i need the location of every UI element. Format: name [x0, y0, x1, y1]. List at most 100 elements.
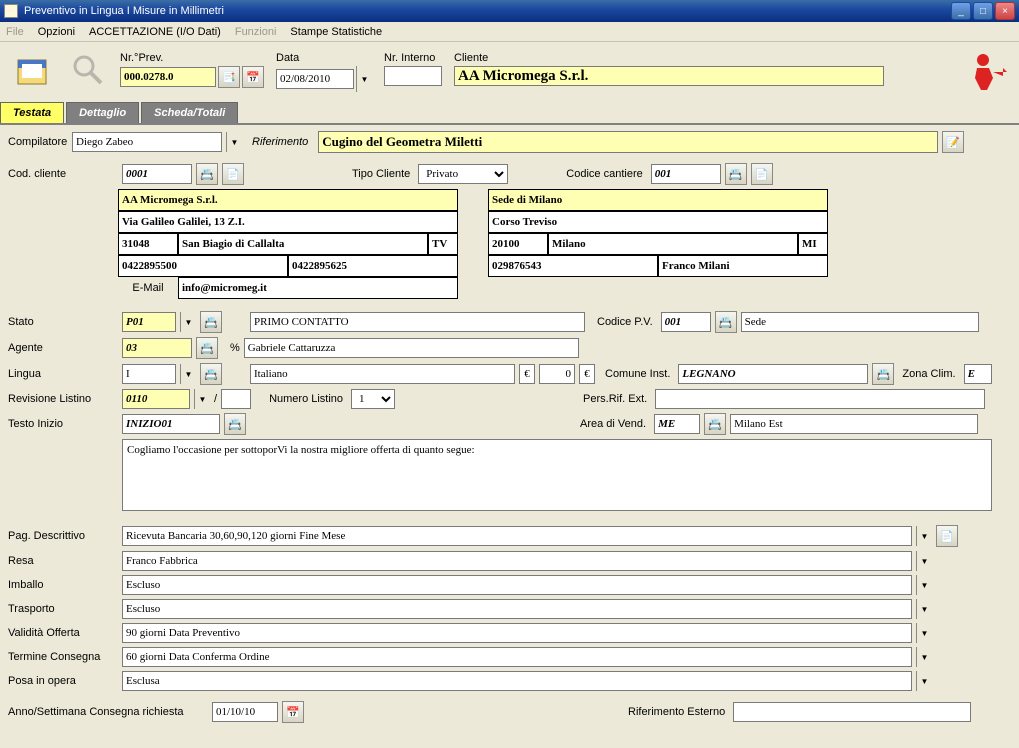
- cod-cliente-input[interactable]: [122, 164, 192, 184]
- pers-rif-ext-label: Pers.Rif. Ext.: [583, 393, 647, 405]
- lingua-dropdown-icon[interactable]: ▼: [180, 364, 196, 384]
- agente-input[interactable]: [122, 338, 192, 358]
- cliente-tel2[interactable]: [288, 255, 458, 277]
- agente-desc[interactable]: [244, 338, 579, 358]
- trasporto-dropdown-icon[interactable]: ▼: [916, 599, 932, 619]
- cliente-tel1[interactable]: [118, 255, 288, 277]
- comune-inst-input[interactable]: [678, 364, 868, 384]
- comune-lookup-icon[interactable]: 📇: [872, 363, 894, 385]
- lingua-input[interactable]: [122, 364, 176, 384]
- validita-dropdown-icon[interactable]: ▼: [916, 623, 932, 643]
- termine-input[interactable]: [122, 647, 912, 667]
- rif-esterno-input[interactable]: [733, 702, 971, 722]
- agente-lookup-icon[interactable]: 📇: [196, 337, 218, 359]
- cantiere-ref[interactable]: [658, 255, 828, 277]
- pag-desc-dropdown-icon[interactable]: ▼: [916, 526, 932, 546]
- riferimento-input[interactable]: [318, 131, 938, 153]
- cantiere-prov[interactable]: [798, 233, 828, 255]
- codice-cantiere-lookup-icon[interactable]: 📇: [725, 163, 747, 185]
- trasporto-input[interactable]: [122, 599, 912, 619]
- cantiere-citta[interactable]: [548, 233, 798, 255]
- imballo-input[interactable]: [122, 575, 912, 595]
- compilatore-dropdown-icon[interactable]: ▼: [226, 132, 242, 152]
- anno-sett-cal-icon[interactable]: 📅: [282, 701, 304, 723]
- tab-scheda[interactable]: Scheda/Totali: [141, 102, 238, 123]
- exit-icon[interactable]: [963, 48, 1011, 92]
- termine-dropdown-icon[interactable]: ▼: [916, 647, 932, 667]
- anno-sett-input[interactable]: [212, 702, 278, 722]
- nr-prev-input[interactable]: [120, 67, 216, 87]
- pag-desc-input[interactable]: [122, 526, 912, 546]
- lingua-desc[interactable]: [250, 364, 515, 384]
- nr-prev-lookup-icon[interactable]: 📑: [218, 66, 240, 88]
- cliente-input[interactable]: [454, 66, 884, 86]
- menu-stampe[interactable]: Stampe Statistiche: [290, 26, 382, 38]
- area-vend-desc[interactable]: [730, 414, 978, 434]
- stato-desc[interactable]: [250, 312, 585, 332]
- codice-cantiere-new-icon[interactable]: 📄: [751, 163, 773, 185]
- cantiere-nome[interactable]: [488, 189, 828, 211]
- testo-inizio-label: Testo Inizio: [8, 418, 118, 430]
- stato-dropdown-icon[interactable]: ▼: [180, 312, 196, 332]
- cliente-citta[interactable]: [178, 233, 428, 255]
- cliente-email[interactable]: [178, 277, 458, 299]
- rev-suffix[interactable]: [221, 389, 251, 409]
- stato-lookup-icon[interactable]: 📇: [200, 311, 222, 333]
- tab-dettaglio[interactable]: Dettaglio: [66, 102, 139, 123]
- codice-pv-input[interactable]: [661, 312, 711, 332]
- cod-cliente-lookup-icon[interactable]: 📇: [196, 163, 218, 185]
- pag-desc-note-icon[interactable]: 📄: [936, 525, 958, 547]
- posa-dropdown-icon[interactable]: ▼: [916, 671, 932, 691]
- calendar-icon[interactable]: 📅: [242, 66, 264, 88]
- cantiere-tel[interactable]: [488, 255, 658, 277]
- minimize-button[interactable]: _: [951, 2, 971, 20]
- cliente-nome[interactable]: [118, 189, 458, 211]
- stato-input[interactable]: [122, 312, 176, 332]
- cod-cliente-new-icon[interactable]: 📄: [222, 163, 244, 185]
- cliente-prov[interactable]: [428, 233, 458, 255]
- rev-listino-input[interactable]: [122, 389, 190, 409]
- search-icon[interactable]: [64, 48, 112, 92]
- resa-dropdown-icon[interactable]: ▼: [916, 551, 932, 571]
- data-dropdown-icon[interactable]: ▼: [356, 66, 372, 92]
- compilatore-input[interactable]: [72, 132, 222, 152]
- lingua-lookup-icon[interactable]: 📇: [200, 363, 222, 385]
- tipo-cliente-select[interactable]: Privato: [418, 164, 508, 184]
- testo-inizio-lookup-icon[interactable]: 📇: [224, 413, 246, 435]
- email-label: E-Mail: [118, 282, 178, 294]
- cantiere-cap[interactable]: [488, 233, 548, 255]
- tab-testata[interactable]: Testata: [0, 102, 64, 123]
- cliente-cap[interactable]: [118, 233, 178, 255]
- menu-opzioni[interactable]: Opzioni: [38, 26, 75, 38]
- save-icon[interactable]: [8, 48, 56, 92]
- close-button[interactable]: ×: [995, 2, 1015, 20]
- codice-pv-desc[interactable]: [741, 312, 979, 332]
- lingua-val[interactable]: [539, 364, 575, 384]
- testo-body[interactable]: [122, 439, 992, 511]
- zona-clim-input[interactable]: [964, 364, 992, 384]
- area-vend-lookup-icon[interactable]: 📇: [704, 413, 726, 435]
- rev-listino-dropdown-icon[interactable]: ▼: [194, 389, 210, 409]
- validita-input[interactable]: [122, 623, 912, 643]
- maximize-button[interactable]: □: [973, 2, 993, 20]
- menu-funzioni[interactable]: Funzioni: [235, 26, 277, 38]
- imballo-dropdown-icon[interactable]: ▼: [916, 575, 932, 595]
- posa-input[interactable]: [122, 671, 912, 691]
- testo-inizio-input[interactable]: [122, 414, 220, 434]
- cliente-label: Cliente: [454, 52, 884, 64]
- data-input[interactable]: [276, 69, 354, 89]
- numero-listino-select[interactable]: 1: [351, 389, 395, 409]
- codice-cantiere-input[interactable]: [651, 164, 721, 184]
- pers-rif-ext-input[interactable]: [655, 389, 985, 409]
- menu-accettazione[interactable]: ACCETTAZIONE (I/O Dati): [89, 26, 221, 38]
- riferimento-note-icon[interactable]: 📝: [942, 131, 964, 153]
- codice-pv-lookup-icon[interactable]: 📇: [715, 311, 737, 333]
- cliente-via[interactable]: [118, 211, 458, 233]
- posa-label: Posa in opera: [8, 675, 118, 687]
- numero-listino-label: Numero Listino: [269, 393, 343, 405]
- resa-input[interactable]: [122, 551, 912, 571]
- cantiere-via[interactable]: [488, 211, 828, 233]
- area-vend-input[interactable]: [654, 414, 700, 434]
- menu-file[interactable]: File: [6, 26, 24, 38]
- nr-interno-input[interactable]: [384, 66, 442, 86]
